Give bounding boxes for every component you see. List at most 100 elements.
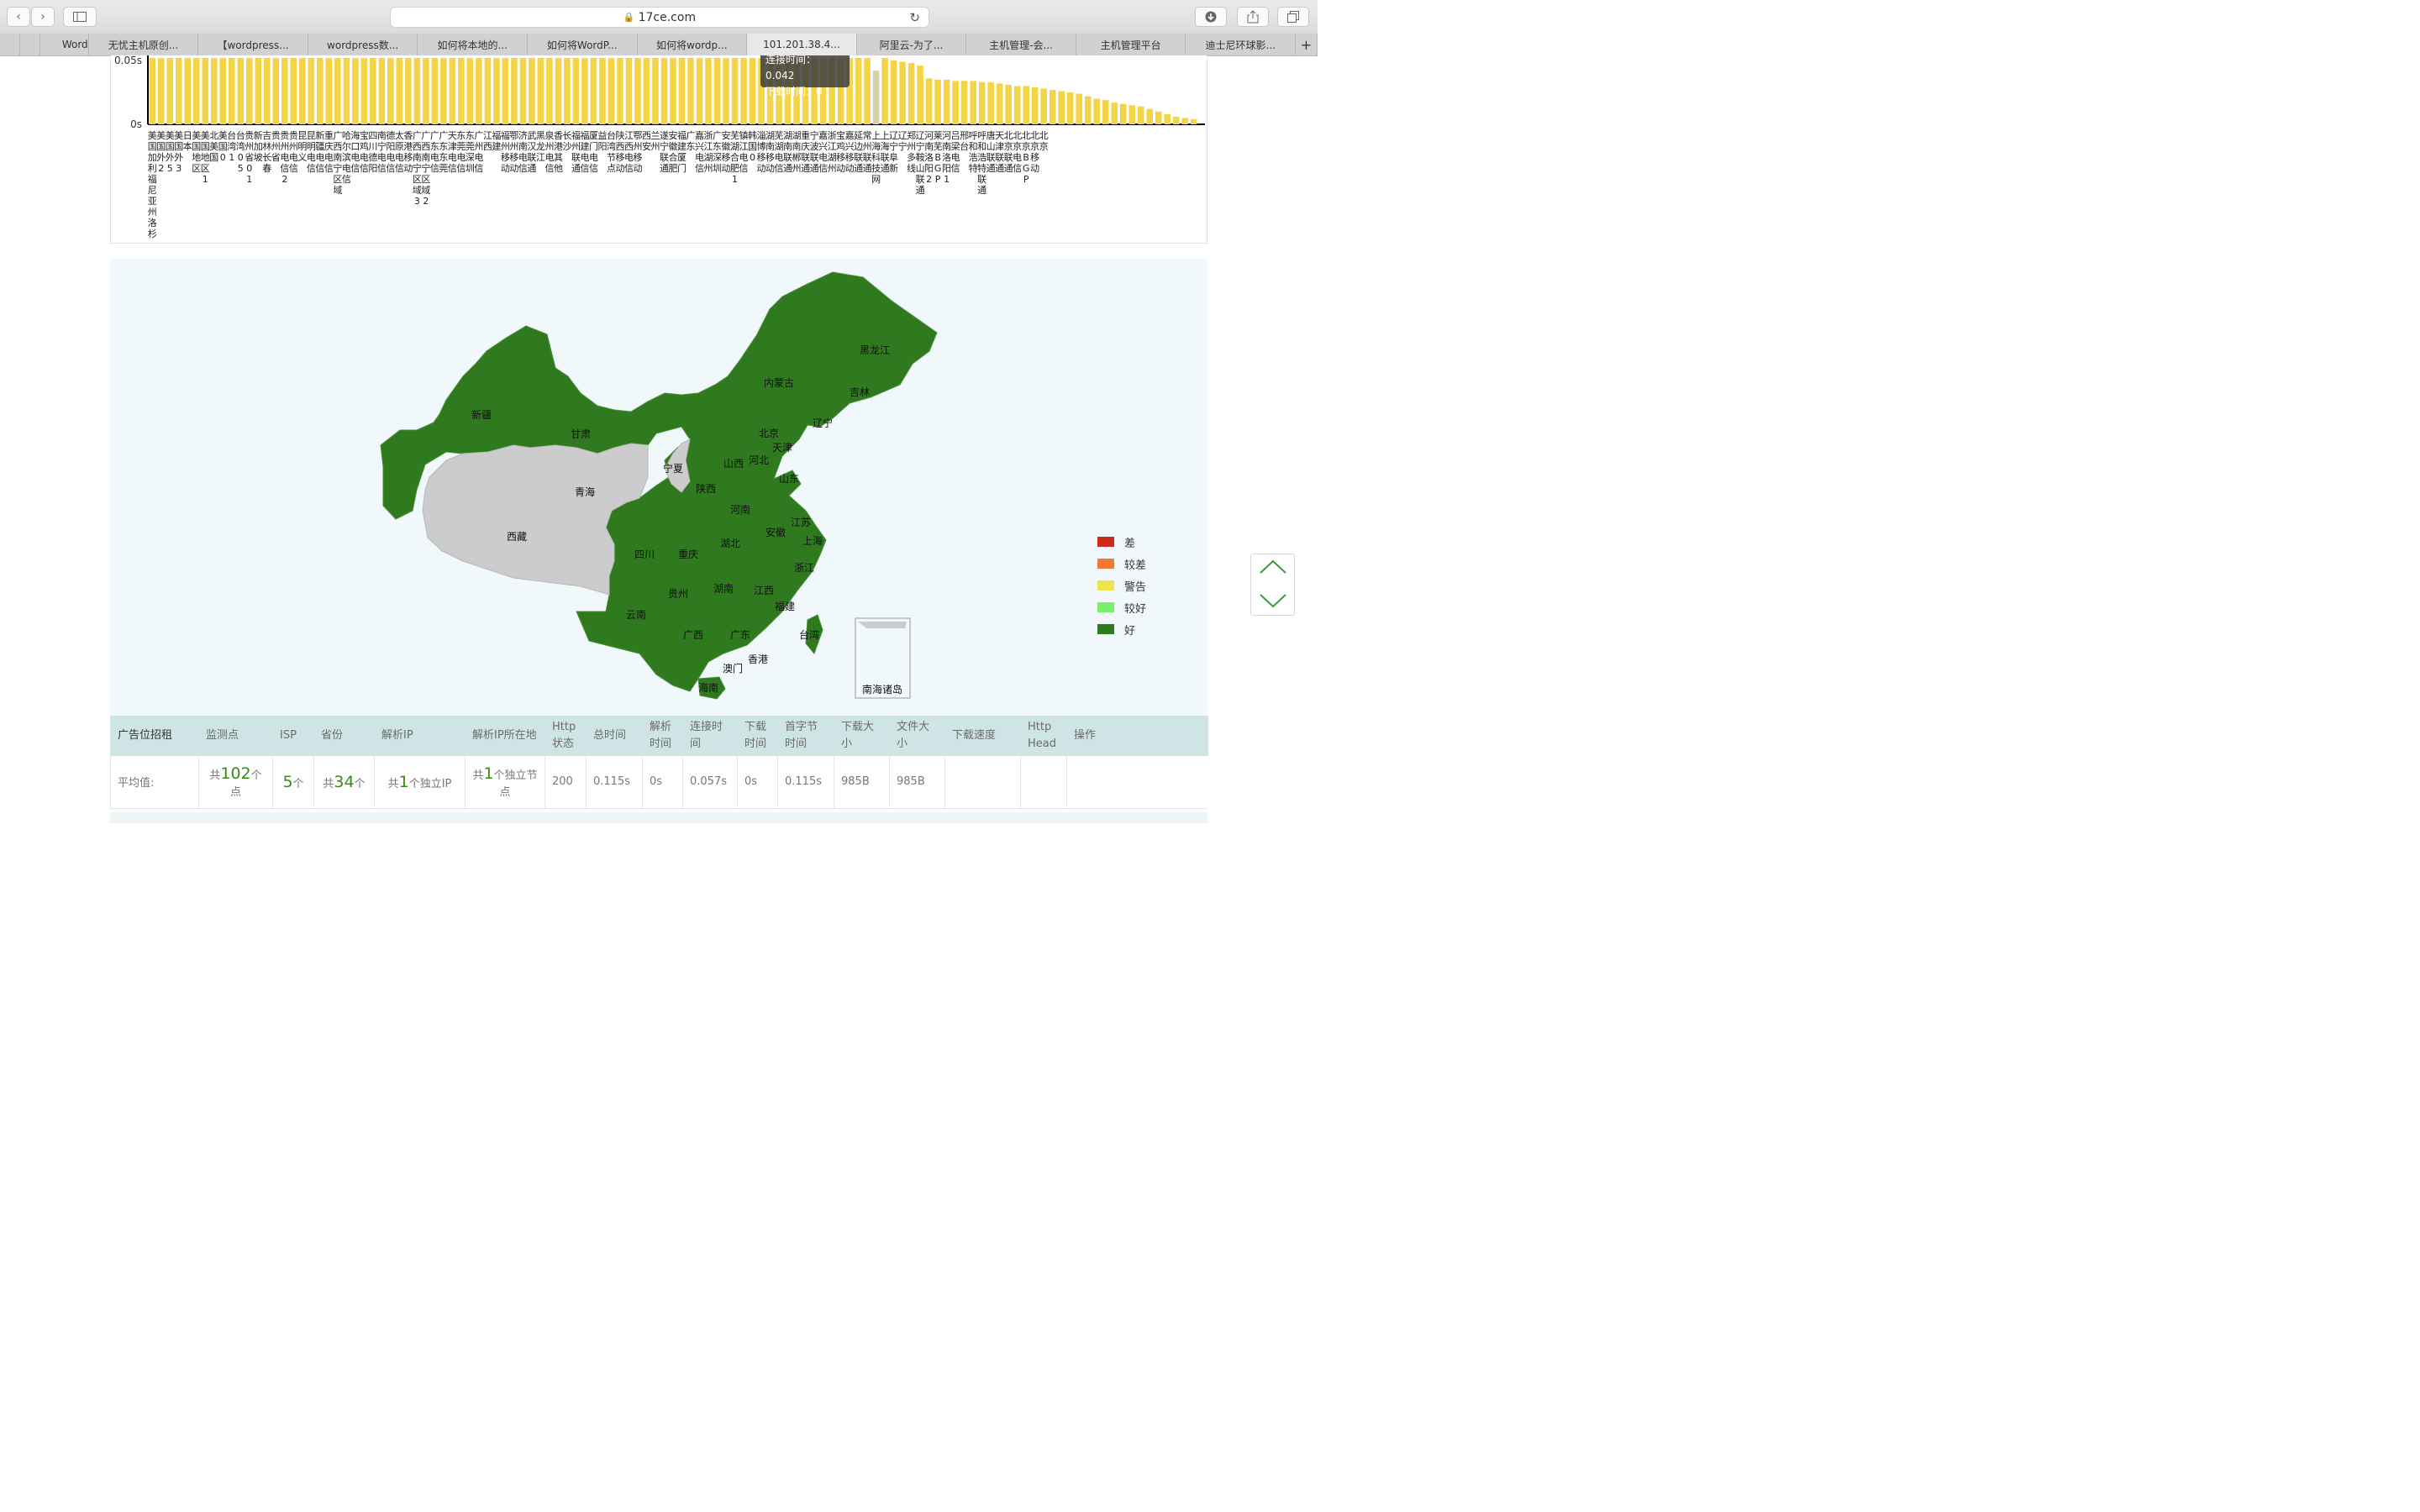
chart-bar[interactable]: [1013, 86, 1021, 124]
chart-bar[interactable]: [890, 60, 897, 124]
tab-active[interactable]: 101.201.38.4...: [747, 34, 857, 55]
chart-bar[interactable]: [202, 57, 209, 124]
chart-bar[interactable]: [1190, 118, 1197, 124]
chart-bar[interactable]: [996, 83, 1003, 124]
chart-bar[interactable]: [343, 57, 350, 124]
chart-bar[interactable]: [917, 66, 923, 124]
chart-bar[interactable]: [952, 81, 959, 124]
chart-bar[interactable]: [1076, 93, 1082, 124]
chart-bar[interactable]: [713, 57, 721, 124]
chart-bar[interactable]: [246, 57, 253, 124]
tab-pinned[interactable]: [0, 34, 20, 55]
tab[interactable]: 如何将WordP...: [528, 34, 638, 55]
chart-bar[interactable]: [749, 57, 756, 124]
chart-bar[interactable]: [925, 78, 933, 124]
url-bar[interactable]: 🔒 17ce.com ↻: [390, 7, 929, 28]
chart-bar[interactable]: [1102, 100, 1109, 124]
chart-bar[interactable]: [149, 57, 156, 124]
chart-bar[interactable]: [634, 57, 641, 124]
header-ad[interactable]: 广告位招租: [110, 716, 199, 756]
chart-bar[interactable]: [458, 57, 465, 124]
chart-bar[interactable]: [1084, 96, 1092, 124]
downloads-button[interactable]: [1195, 7, 1227, 27]
tab[interactable]: 主机管理平台: [1076, 34, 1186, 55]
chart-bar[interactable]: [705, 57, 712, 124]
chart-bar[interactable]: [564, 57, 571, 124]
chart-bar[interactable]: [237, 57, 245, 124]
tab[interactable]: 如何将本地的...: [418, 34, 528, 55]
chart-bar[interactable]: [281, 57, 288, 124]
chart-bar[interactable]: [290, 57, 297, 124]
tab-pinned[interactable]: [20, 34, 40, 55]
tab[interactable]: 迪士尼环球影...: [1186, 34, 1297, 55]
chart-bar[interactable]: [546, 57, 553, 124]
chart-bar[interactable]: [1066, 92, 1074, 124]
chart-bar[interactable]: [308, 57, 315, 124]
chart-bar[interactable]: [855, 57, 862, 124]
chart-bar[interactable]: [1119, 103, 1127, 124]
chart-bar[interactable]: [1023, 86, 1029, 124]
chart-bar[interactable]: [157, 57, 165, 124]
chart-bar[interactable]: [978, 81, 986, 124]
chart-bar[interactable]: [572, 57, 580, 124]
chart-bar[interactable]: [396, 57, 403, 124]
back-button[interactable]: ‹: [7, 7, 30, 27]
chart-bar[interactable]: [511, 57, 518, 124]
chart-bar[interactable]: [476, 57, 482, 124]
chart-bar[interactable]: [378, 57, 386, 124]
scroll-down-icon[interactable]: [1260, 594, 1286, 608]
chart-bar[interactable]: [360, 57, 368, 124]
chart-bar[interactable]: [872, 71, 880, 124]
chart-bar[interactable]: [192, 57, 200, 124]
legend-item[interactable]: 好: [1097, 618, 1146, 640]
tabs-overview-button[interactable]: [1277, 7, 1309, 27]
chart-bar[interactable]: [449, 57, 456, 124]
chart-bar[interactable]: [1005, 84, 1012, 124]
chart-bar[interactable]: [502, 57, 509, 124]
chart-bar[interactable]: [899, 61, 906, 124]
chart-bar[interactable]: [317, 57, 324, 124]
chart-bar[interactable]: [864, 57, 871, 124]
chart-bar[interactable]: [405, 57, 412, 124]
chart-bar[interactable]: [599, 57, 606, 124]
chart-bar[interactable]: [272, 57, 280, 124]
chart-bar[interactable]: [1155, 111, 1162, 124]
chart-bar[interactable]: [211, 57, 218, 124]
chart-bar[interactable]: [440, 57, 447, 124]
chart-bar[interactable]: [696, 57, 703, 124]
chart-bar[interactable]: [175, 57, 182, 124]
chart-bar[interactable]: [740, 57, 747, 124]
chart-bar[interactable]: [264, 57, 271, 124]
tab[interactable]: 如何将wordp...: [638, 34, 748, 55]
chart-bar[interactable]: [625, 57, 633, 124]
chart-bar[interactable]: [970, 81, 976, 124]
legend-item[interactable]: 警告: [1097, 575, 1146, 596]
chart-bar[interactable]: [1146, 108, 1154, 124]
chart-bar[interactable]: [255, 57, 262, 124]
chart-bar[interactable]: [493, 57, 500, 124]
tab[interactable]: 无忧主机原创...: [89, 34, 199, 55]
chart-bar[interactable]: [519, 57, 527, 124]
chart-bar[interactable]: [1181, 118, 1189, 124]
chart-bar[interactable]: [960, 81, 968, 124]
chart-bar[interactable]: [166, 57, 174, 124]
chart-bar[interactable]: [1172, 116, 1180, 124]
chart-bar[interactable]: [987, 81, 994, 124]
chart-bar[interactable]: [617, 57, 623, 124]
tab[interactable]: 【wordpress...: [198, 34, 308, 55]
chart-bar[interactable]: [1093, 98, 1100, 124]
chart-bar[interactable]: [608, 57, 615, 124]
reload-icon[interactable]: ↻: [909, 10, 920, 25]
chart-bar[interactable]: [1164, 113, 1171, 124]
tab[interactable]: 阿里云-为了...: [857, 34, 967, 55]
legend-item[interactable]: 较好: [1097, 596, 1146, 618]
forward-button[interactable]: ›: [31, 7, 55, 27]
chart-bar[interactable]: [590, 57, 597, 124]
chart-bar[interactable]: [370, 57, 376, 124]
chart-bar[interactable]: [1058, 91, 1065, 124]
chart-bar[interactable]: [325, 57, 333, 124]
scroll-up-icon[interactable]: [1260, 559, 1286, 574]
legend-item[interactable]: 较差: [1097, 553, 1146, 575]
chart-bar[interactable]: [1040, 88, 1047, 124]
tab-word[interactable]: Word: [40, 34, 89, 55]
